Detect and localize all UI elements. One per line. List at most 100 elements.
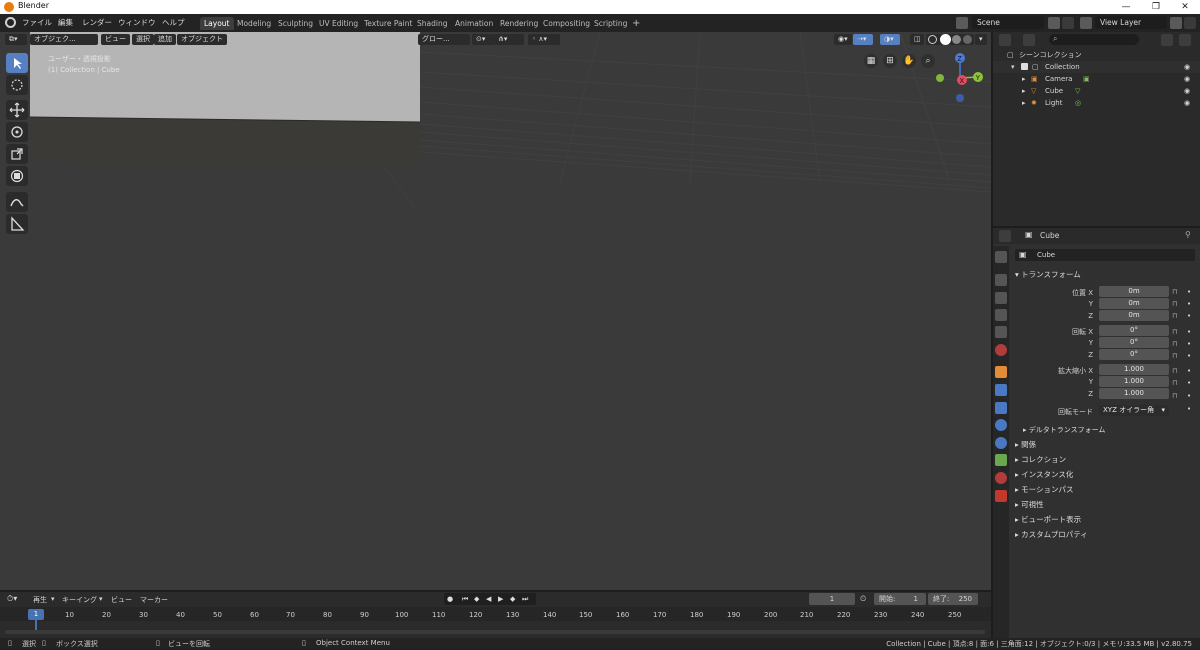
- output-tab-icon[interactable]: [995, 292, 1007, 304]
- move-tool-button[interactable]: [6, 100, 28, 120]
- lock-icon[interactable]: ⊓: [1172, 350, 1182, 362]
- timeline-menu-marker[interactable]: マーカー: [140, 595, 168, 605]
- eye-icon[interactable]: ◉: [1184, 85, 1190, 97]
- menu-help[interactable]: ヘルプ: [162, 17, 185, 28]
- pan-hand-icon[interactable]: ✋: [902, 54, 916, 68]
- tab-layout[interactable]: Layout: [200, 17, 234, 30]
- location-y-field[interactable]: 0m: [1099, 298, 1169, 309]
- lock-icon[interactable]: ⊓: [1172, 365, 1182, 377]
- camera-view-icon[interactable]: ▦: [864, 54, 878, 68]
- panel-motion-paths[interactable]: ▸ モーションパス: [1015, 484, 1074, 495]
- timeline-editor-icon[interactable]: ⏱▾: [7, 594, 17, 604]
- current-frame-field[interactable]: 1: [809, 593, 855, 605]
- keyframe-icon[interactable]: •: [1187, 338, 1193, 350]
- display-mode-icon[interactable]: [1023, 34, 1035, 46]
- view-layer-field[interactable]: View Layer: [1095, 16, 1167, 29]
- jump-start-icon[interactable]: ⏮: [462, 593, 468, 605]
- panel-custom-properties[interactable]: ▸ カスタムプロパティ: [1015, 529, 1088, 540]
- tab-compositing[interactable]: Compositing: [539, 17, 594, 30]
- rotation-z-field[interactable]: 0°: [1099, 349, 1169, 360]
- rotation-y-field[interactable]: 0°: [1099, 337, 1169, 348]
- properties-editor-icon[interactable]: [999, 230, 1011, 242]
- keyframe-icon[interactable]: •: [1187, 310, 1193, 322]
- outliner-search-input[interactable]: [1049, 34, 1139, 45]
- object-name-field[interactable]: ▣ Cube: [1015, 249, 1195, 261]
- scale-tool-button[interactable]: [6, 144, 28, 164]
- checkbox-icon[interactable]: [1021, 63, 1028, 70]
- prev-keyframe-icon[interactable]: ◆: [474, 593, 479, 605]
- xray-icon[interactable]: ◫: [910, 34, 924, 45]
- rotation-x-field[interactable]: 0°: [1099, 325, 1169, 336]
- outliner-row-light[interactable]: ▸ ✹ Light ◎ ◉: [993, 97, 1200, 109]
- outliner-editor-icon[interactable]: [999, 34, 1011, 46]
- tab-scripting[interactable]: Scripting: [590, 17, 631, 30]
- scene-icon[interactable]: [956, 17, 968, 29]
- lock-icons[interactable]: ⊓ ⊓ ⊓ ⊓ ⊓ ⊓ ⊓ ⊓ ⊓: [1172, 286, 1182, 401]
- stopwatch-icon[interactable]: ⏲: [860, 594, 866, 604]
- keyframe-icon[interactable]: •: [1187, 326, 1193, 338]
- scale-z-field[interactable]: 1.000: [1099, 388, 1169, 399]
- timeline-menu-view[interactable]: ビュー: [111, 595, 132, 605]
- location-z-field[interactable]: 0m: [1099, 310, 1169, 321]
- object-tab-icon[interactable]: [995, 366, 1007, 378]
- menu-edit[interactable]: 編集: [58, 17, 73, 28]
- transform-panel-header[interactable]: ▾ トランスフォーム: [1015, 269, 1081, 280]
- solid-shading-icon[interactable]: [940, 34, 951, 45]
- editor-type-button[interactable]: ⧉▾: [5, 34, 27, 45]
- menu-window[interactable]: ウィンドウ: [118, 17, 156, 28]
- keyframe-icon[interactable]: •: [1187, 365, 1193, 377]
- rotate-tool-button[interactable]: [6, 122, 28, 142]
- menu-object[interactable]: オブジェクト: [177, 34, 227, 45]
- minimize-button[interactable]: —: [1111, 0, 1141, 14]
- record-icon[interactable]: ●: [447, 593, 453, 605]
- filter-icon[interactable]: [1161, 34, 1173, 46]
- view-layer-tab-icon[interactable]: [995, 309, 1007, 321]
- panel-visibility[interactable]: ▸ 可視性: [1015, 499, 1044, 510]
- view-layer-icon[interactable]: [1080, 17, 1092, 29]
- new-collection-icon[interactable]: [1179, 34, 1191, 46]
- select-tool-button[interactable]: [6, 53, 28, 73]
- scale-x-field[interactable]: 1.000: [1099, 364, 1169, 375]
- tab-uv-editing[interactable]: UV Editing: [315, 17, 362, 30]
- playhead[interactable]: 1: [28, 609, 44, 620]
- 3d-viewport[interactable]: ⧉▾ オブジェク... ビュー 選択 追加 オブジェクト グロー... ⊙▾ ⋔…: [0, 32, 991, 590]
- scene-tab-icon[interactable]: [995, 326, 1007, 338]
- blender-menu-icon[interactable]: [5, 17, 16, 28]
- end-frame-field[interactable]: 終了: 250: [928, 593, 978, 605]
- timeline-menu-keying[interactable]: キーイング: [62, 595, 97, 605]
- wireframe-shading-icon[interactable]: [928, 35, 937, 44]
- play-reverse-icon[interactable]: ◀: [486, 593, 491, 605]
- timeline-menu-playback[interactable]: 再生: [33, 595, 47, 605]
- texture-tab-icon[interactable]: [995, 490, 1007, 502]
- render-tab-icon[interactable]: [995, 274, 1007, 286]
- panel-relations[interactable]: ▸ 関係: [1015, 439, 1036, 450]
- tab-shading[interactable]: Shading: [413, 17, 451, 30]
- menu-view[interactable]: ビュー: [101, 34, 130, 45]
- keyframe-icon[interactable]: •: [1187, 350, 1193, 362]
- transform-tool-button[interactable]: [6, 166, 28, 186]
- outliner-row-camera[interactable]: ▸ ▣ Camera ▣ ◉: [993, 73, 1200, 85]
- tab-texture-paint[interactable]: Texture Paint: [360, 17, 416, 30]
- world-tab-icon[interactable]: [995, 344, 1007, 356]
- panel-instancing[interactable]: ▸ インスタンス化: [1015, 469, 1073, 480]
- lock-icon[interactable]: ⊓: [1172, 310, 1182, 322]
- shading-options-icon[interactable]: ▾: [975, 34, 987, 45]
- lock-icon[interactable]: ⊓: [1172, 326, 1182, 338]
- constraints-tab-icon[interactable]: [995, 437, 1007, 449]
- keyframe-icon[interactable]: •: [1187, 298, 1193, 310]
- menu-add[interactable]: 追加: [154, 34, 176, 45]
- jump-end-icon[interactable]: ⏭: [522, 593, 528, 605]
- lock-icon[interactable]: ⊓: [1172, 377, 1182, 389]
- keyframe-icon[interactable]: •: [1187, 405, 1191, 413]
- particles-tab-icon[interactable]: [995, 402, 1007, 414]
- play-icon[interactable]: ▶: [498, 593, 503, 605]
- location-x-field[interactable]: 0m: [1099, 286, 1169, 297]
- mode-dropdown[interactable]: オブジェク...: [30, 34, 98, 45]
- measure-tool-button[interactable]: [6, 214, 28, 234]
- panel-viewport-display[interactable]: ▸ ビューポート表示: [1015, 514, 1081, 525]
- pivot-icon[interactable]: ⊙▾: [472, 34, 494, 45]
- tab-animation[interactable]: Animation: [451, 17, 497, 30]
- data-tab-icon[interactable]: [995, 454, 1007, 466]
- rotation-mode-dropdown[interactable]: XYZ オイラー角 ▾: [1099, 405, 1169, 416]
- gizmo-toggle-icon[interactable]: ⇢▾: [853, 34, 873, 45]
